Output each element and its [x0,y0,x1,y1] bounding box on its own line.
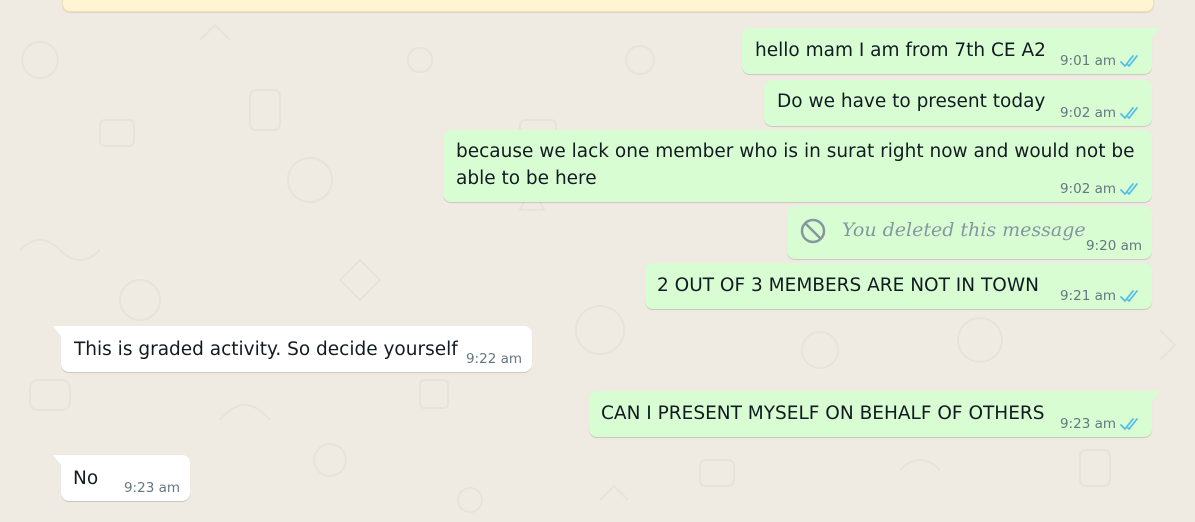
incoming-message[interactable]: This is graded activity. So decide yours… [53,326,532,372]
message-meta: 9:21 am [1060,288,1142,304]
message-meta: 9:23 am [124,480,180,496]
incoming-message[interactable]: No 9:23 am [53,455,190,501]
prohibited-icon [800,218,826,244]
message-text: because we lack one member who is in sur… [456,141,1135,189]
outgoing-message[interactable]: hello mam I am from 7th CE A2 9:01 am [742,28,1160,74]
double-check-icon [1120,418,1138,430]
double-check-icon [1120,55,1138,67]
outgoing-message[interactable]: Do we have to present today 9:02 am [764,80,1152,126]
message-meta: 9:23 am [1060,416,1142,432]
message-time: 9:02 am [1059,105,1116,121]
message-time: 9:22 am [465,351,522,367]
message-meta: 9:20 am [1086,238,1142,254]
message-text: This is graded activity. So decide yours… [74,339,458,360]
message-text: hello mam I am from 7th CE A2 [755,40,1046,61]
info-banner [62,0,1154,12]
message-text: No [73,468,99,489]
double-check-icon [1120,107,1138,119]
message-time: 9:20 am [1085,238,1142,254]
message-time: 9:23 am [1059,416,1116,432]
message-time: 9:02 am [1059,181,1116,197]
message-time: 9:01 am [1059,53,1116,69]
message-meta: 9:01 am [1060,53,1142,69]
message-meta: 9:02 am [1060,105,1142,121]
message-text: CAN I PRESENT MYSELF ON BEHALF OF OTHERS [601,403,1045,424]
double-check-icon [1120,183,1138,195]
message-text: You deleted this message [842,219,1086,241]
message-text: Do we have to present today [777,91,1046,112]
message-time: 9:23 am [123,480,180,496]
message-meta: 9:22 am [466,351,522,367]
message-time: 9:21 am [1059,288,1116,304]
outgoing-message[interactable]: CAN I PRESENT MYSELF ON BEHALF OF OTHERS… [589,391,1160,437]
double-check-icon [1120,290,1138,302]
outgoing-message[interactable]: 2 OUT OF 3 MEMBERS ARE NOT IN TOWN 9:21 … [645,263,1152,309]
chat-wallpaper [19,23,1177,513]
deleted-message[interactable]: You deleted this message 9:20 am [787,206,1152,259]
outgoing-message[interactable]: because we lack one member who is in sur… [443,130,1152,202]
message-text: 2 OUT OF 3 MEMBERS ARE NOT IN TOWN [657,275,1039,296]
message-meta: 9:02 am [1060,181,1142,197]
